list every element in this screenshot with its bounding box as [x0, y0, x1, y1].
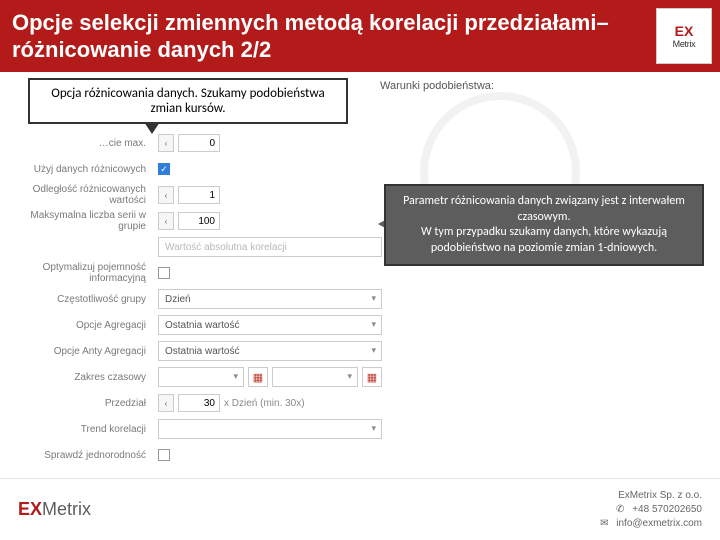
checkbox-optimize[interactable] [158, 267, 170, 279]
slide-header: Opcje selekcji zmiennych metodą korelacj… [0, 0, 720, 72]
label-anti-agg: Opcje Anty Agregacji [12, 346, 152, 357]
select-anti-agg[interactable]: Ostatnia wartość [158, 341, 382, 361]
row-max: …cie max. ‹ [12, 130, 382, 156]
stepper-down[interactable]: ‹ [158, 212, 174, 230]
input-diff-distance[interactable] [178, 186, 220, 204]
phone-icon: ✆ [614, 504, 626, 516]
footer-brand: EXMetrix [18, 499, 91, 520]
label-use-diff: Użyj danych różnicowych [12, 164, 152, 175]
input-max-series[interactable] [178, 212, 220, 230]
label-interval: Przedział [12, 398, 152, 409]
options-form: …cie max. ‹ Użyj danych różnicowych ✓ Od… [12, 130, 382, 468]
stepper-down[interactable]: ‹ [158, 186, 174, 204]
slide-title: Opcje selekcji zmiennych metodą korelacj… [12, 9, 708, 64]
row-agg: Opcje Agregacji Ostatnia wartość [12, 312, 382, 338]
row-optimize: Optymalizuj pojemność informacyjną [12, 260, 382, 286]
footer-site: info@exmetrix.com [616, 517, 702, 531]
row-anti-agg: Opcje Anty Agregacji Ostatnia wartość [12, 338, 382, 364]
stepper-down[interactable]: ‹ [158, 134, 174, 152]
row-timerange: Zakres czasowy ▦ ▦ [12, 364, 382, 390]
input-date-from[interactable] [158, 367, 244, 387]
calendar-icon[interactable]: ▦ [362, 367, 382, 387]
input-abs-corr[interactable]: Wartość absolutna korelacji [158, 237, 382, 257]
logo: EX Metrix [656, 8, 712, 64]
footer-company: ExMetrix Sp. z o.o. [618, 489, 702, 503]
callout-diff-option: Opcja różnicowania danych. Szukamy podob… [28, 78, 348, 124]
select-agg[interactable]: Ostatnia wartość [158, 315, 382, 335]
label-timerange: Zakres czasowy [12, 372, 152, 383]
row-use-diff: Użyj danych różnicowych ✓ [12, 156, 382, 182]
label-optimize: Optymalizuj pojemność informacyjną [12, 262, 152, 284]
callout-interval: Parametr różnicowania danych związany je… [384, 184, 704, 266]
row-corr-trend: Trend korelacji [12, 416, 382, 442]
content-area: Warunki podobieństwa: Opcja różnicowania… [0, 72, 720, 472]
globe-icon: ✉ [598, 518, 610, 530]
footer-info: ExMetrix Sp. z o.o. ✆ +48 570202650 ✉ info… [598, 489, 702, 531]
label-max: …cie max. [12, 138, 152, 149]
input-interval[interactable] [178, 394, 220, 412]
stepper-down[interactable]: ‹ [158, 394, 174, 412]
label-diff-distance: Odległość różnicowanych wartości [12, 184, 152, 206]
input-max[interactable] [178, 134, 220, 152]
row-homogeneity: Sprawdź jednorodność [12, 442, 382, 468]
label-agg: Opcje Agregacji [12, 320, 152, 331]
input-date-to[interactable] [272, 367, 358, 387]
slide-footer: EXMetrix ExMetrix Sp. z o.o. ✆ +48 570202… [0, 478, 720, 540]
label-group-freq: Częstotliwość grupy [12, 294, 152, 305]
checkbox-homogeneity[interactable] [158, 449, 170, 461]
callout-interval-text: Parametr różnicowania danych związany je… [403, 194, 685, 255]
select-corr-trend[interactable] [158, 419, 382, 439]
label-corr-trend: Trend korelacji [12, 424, 152, 435]
row-diff-distance: Odległość różnicowanych wartości ‹ [12, 182, 382, 208]
checkbox-use-diff[interactable]: ✓ [158, 163, 170, 175]
label-max-series: Maksymalna liczba serii w grupie [12, 210, 152, 232]
calendar-icon[interactable]: ▦ [248, 367, 268, 387]
row-group-freq: Częstotliwość grupy Dzień [12, 286, 382, 312]
label-homogeneity: Sprawdź jednorodność [12, 450, 152, 461]
hint-interval: x Dzień (min. 30x) [224, 398, 305, 409]
select-group-freq[interactable]: Dzień [158, 289, 382, 309]
row-interval: Przedział ‹ x Dzień (min. 30x) [12, 390, 382, 416]
row-abs-corr: Wartość absolutna korelacji [12, 234, 382, 260]
conditions-label: Warunki podobieństwa: [380, 80, 494, 92]
row-max-series: Maksymalna liczba serii w grupie ‹ [12, 208, 382, 234]
footer-phone: +48 570202650 [632, 503, 702, 517]
